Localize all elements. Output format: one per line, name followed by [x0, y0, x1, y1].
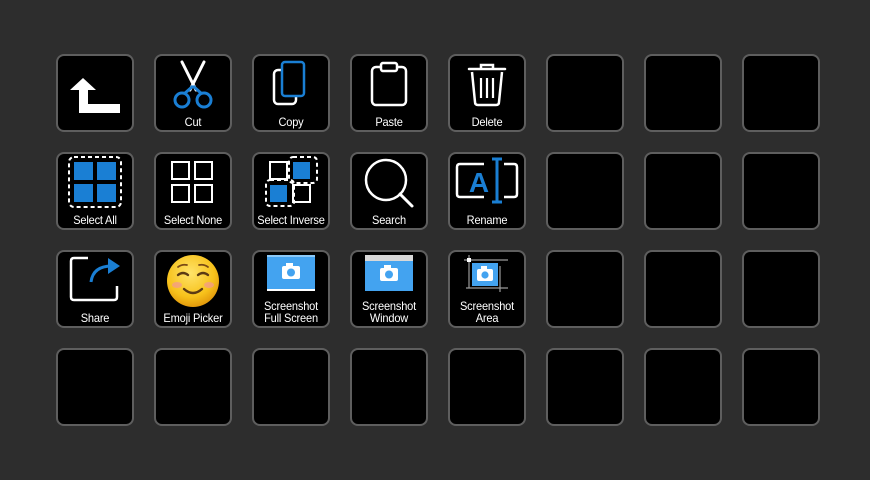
screenshot-area-label: Screenshot Area [459, 299, 515, 325]
stream-deck-grid: Cut Copy Paste Delete Select All Select … [56, 54, 820, 426]
paste-label: Paste [375, 115, 403, 129]
empty-key[interactable] [742, 348, 820, 426]
empty-key[interactable] [644, 54, 722, 132]
search-key[interactable]: Search [350, 152, 428, 230]
empty-key[interactable] [644, 152, 722, 230]
empty-key[interactable] [644, 348, 722, 426]
svg-text:A: A [469, 167, 489, 198]
empty-key[interactable] [742, 250, 820, 328]
empty-key[interactable] [350, 348, 428, 426]
paste-key[interactable]: Paste [350, 54, 428, 132]
delete-key[interactable]: Delete [448, 54, 526, 132]
screenshot-window-key[interactable]: Screenshot Window [350, 250, 428, 328]
screenshot-area-key[interactable]: Screenshot Area [448, 250, 526, 328]
copy-key[interactable]: Copy [252, 54, 330, 132]
back-arrow-icon [58, 56, 132, 130]
emoji-picker-label: Emoji Picker [163, 311, 223, 325]
empty-key[interactable] [546, 348, 624, 426]
select-inverse-label: Select Inverse [257, 213, 325, 227]
rename-label: Rename [466, 213, 508, 227]
select-none-label: Select None [163, 213, 223, 227]
screenshot-full-screen-key[interactable]: Screenshot Full Screen [252, 250, 330, 328]
empty-key[interactable] [546, 54, 624, 132]
cut-key[interactable]: Cut [154, 54, 232, 132]
select-none-key[interactable]: Select None [154, 152, 232, 230]
cut-label: Cut [184, 115, 202, 129]
empty-key[interactable] [546, 250, 624, 328]
search-label: Search [372, 213, 406, 227]
empty-key[interactable] [56, 348, 134, 426]
empty-key[interactable] [546, 152, 624, 230]
empty-key[interactable] [154, 348, 232, 426]
select-inverse-key[interactable]: Select Inverse [252, 152, 330, 230]
share-key[interactable]: Share [56, 250, 134, 328]
select-all-label: Select All [73, 213, 117, 227]
empty-key[interactable] [448, 348, 526, 426]
rename-key[interactable]: A Rename [448, 152, 526, 230]
copy-label: Copy [278, 115, 304, 129]
back-key[interactable] [56, 54, 134, 132]
empty-key[interactable] [742, 152, 820, 230]
screenshot-full-screen-label: Screenshot Full Screen [263, 299, 319, 325]
share-label: Share [80, 311, 110, 325]
empty-key[interactable] [742, 54, 820, 132]
empty-key[interactable] [252, 348, 330, 426]
select-all-key[interactable]: Select All [56, 152, 134, 230]
emoji-picker-key[interactable]: Emoji Picker [154, 250, 232, 328]
screenshot-window-label: Screenshot Window [361, 299, 417, 325]
delete-label: Delete [471, 115, 503, 129]
empty-key[interactable] [644, 250, 722, 328]
